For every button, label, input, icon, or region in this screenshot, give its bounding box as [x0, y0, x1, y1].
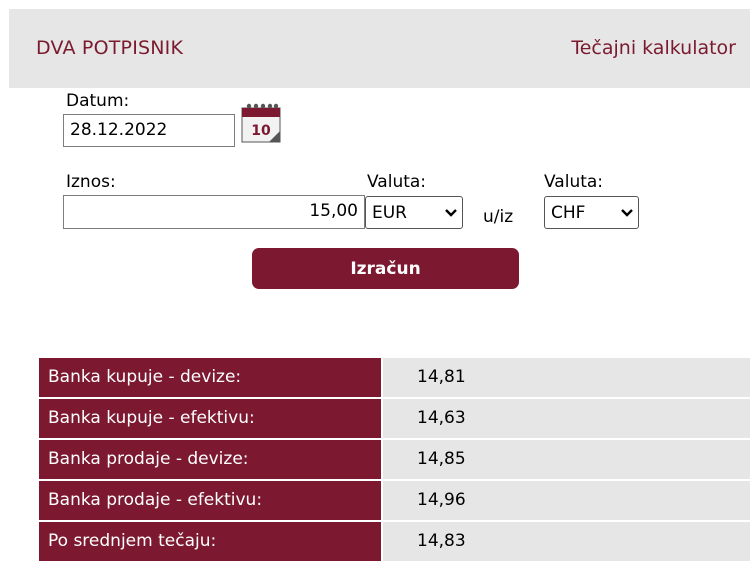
header-bar: DVA POTPISNIK Tečajni kalkulator — [9, 9, 750, 88]
direction-text: u/iz — [483, 207, 514, 227]
calendar-day: 10 — [251, 123, 271, 139]
rate-label: Po srednjem tečaju: — [39, 522, 381, 561]
page: DVA POTPISNIK Tečajni kalkulator Datum: … — [0, 0, 750, 573]
currency-from-select[interactable]: EUR — [365, 196, 463, 229]
rate-label: Banka prodaje - devize: — [39, 440, 381, 479]
currency-to-label: Valuta: — [544, 172, 604, 192]
currency-from-label: Valuta: — [367, 172, 427, 192]
rate-label: Banka kupuje - devize: — [39, 358, 381, 397]
rate-label: Banka prodaje - efektivu: — [39, 481, 381, 520]
header-left-title: DVA POTPISNIK — [36, 37, 184, 59]
chevron-down-icon — [621, 208, 633, 217]
rate-value: 14,83 — [383, 522, 750, 561]
rate-row: Banka kupuje - efektivu: 14,63 — [39, 399, 750, 438]
date-field[interactable]: 28.12.2022 — [63, 114, 235, 147]
chevron-down-icon — [445, 208, 457, 217]
calendar-icon[interactable]: 10 — [241, 100, 283, 144]
rate-row: Po srednjem tečaju: 14,83 — [39, 522, 750, 561]
rate-value: 14,85 — [383, 440, 750, 479]
date-label: Datum: — [66, 91, 130, 111]
rate-row: Banka prodaje - devize: 14,85 — [39, 440, 750, 479]
rate-label: Banka kupuje - efektivu: — [39, 399, 381, 438]
amount-field[interactable]: 15,00 — [63, 195, 365, 229]
rate-value: 14,96 — [383, 481, 750, 520]
rates-table: Banka kupuje - devize: 14,81 Banka kupuj… — [39, 358, 750, 563]
currency-to-value: CHF — [551, 202, 586, 223]
rate-row: Banka prodaje - efektivu: 14,96 — [39, 481, 750, 520]
amount-label: Iznos: — [66, 172, 116, 192]
calculate-button[interactable]: Izračun — [252, 248, 519, 289]
rate-value: 14,63 — [383, 399, 750, 438]
rate-row: Banka kupuje - devize: 14,81 — [39, 358, 750, 397]
header-right-title: Tečajni kalkulator — [571, 37, 736, 59]
currency-from-value: EUR — [372, 202, 407, 223]
currency-to-select[interactable]: CHF — [544, 196, 639, 229]
rate-value: 14,81 — [383, 358, 750, 397]
